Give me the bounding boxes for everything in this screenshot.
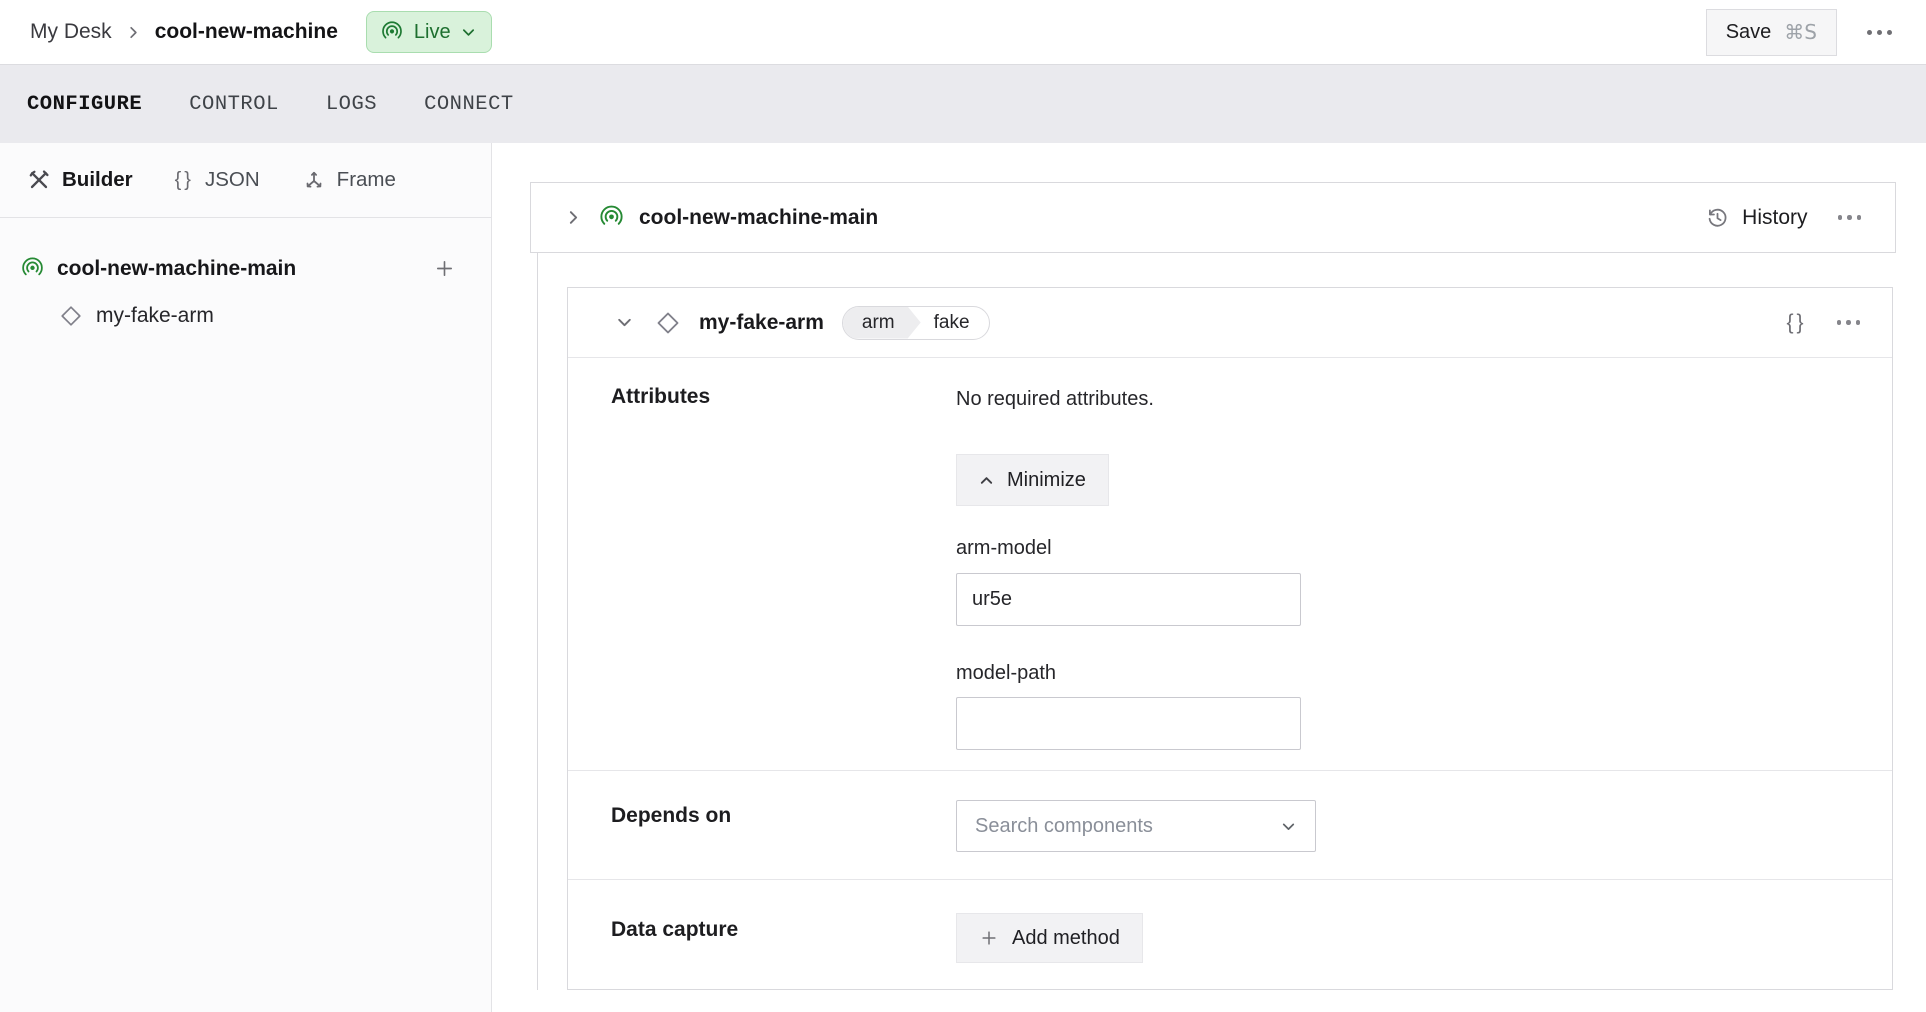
expand-machine-card-button[interactable]: [561, 205, 586, 230]
component-tree: cool-new-machine-main my-fake-arm: [0, 218, 491, 339]
depends-on-placeholder: Search components: [975, 815, 1153, 838]
ellipsis-icon: [1837, 320, 1842, 325]
ellipsis-icon: [1867, 30, 1872, 35]
tools-icon: [27, 168, 51, 192]
braces-icon: {}: [175, 169, 194, 192]
machine-card: cool-new-machine-main History: [530, 182, 1896, 253]
depends-on-section: Depends on Search components: [568, 770, 1892, 879]
sidebar-tab-label: Builder: [62, 168, 133, 192]
tree-connector-line: [537, 253, 538, 990]
component-card-menu-button[interactable]: [1833, 312, 1865, 333]
sidebar-tab-json[interactable]: {} JSON: [175, 168, 260, 192]
machine-live-icon: [20, 256, 45, 281]
broadcast-icon: [598, 204, 625, 231]
data-capture-section: Data capture Add method: [568, 879, 1892, 991]
attributes-empty-text: No required attributes.: [956, 388, 1892, 411]
header-overflow-menu-button[interactable]: [1863, 22, 1896, 43]
tree-item-machine[interactable]: cool-new-machine-main: [0, 245, 491, 292]
live-status-dropdown[interactable]: Live: [366, 11, 492, 53]
attributes-section-label: Attributes: [568, 358, 956, 770]
history-icon: [1705, 205, 1730, 230]
save-button-label: Save: [1726, 21, 1772, 44]
top-bar-actions: Save ⌘S: [1706, 9, 1896, 56]
chevron-down-icon: [616, 314, 633, 331]
machine-card-menu-button[interactable]: [1834, 207, 1866, 228]
add-method-button[interactable]: Add method: [956, 913, 1143, 963]
sidebar-tab-label: Frame: [337, 168, 396, 192]
component-card-title: my-fake-arm: [699, 311, 824, 335]
component-card-header: my-fake-arm arm fake {}: [568, 288, 1892, 358]
chevron-up-icon: [979, 473, 994, 488]
arm-model-input[interactable]: [956, 573, 1301, 626]
tab-connect[interactable]: CONNECT: [424, 89, 514, 120]
tab-configure[interactable]: CONFIGURE: [27, 89, 142, 120]
axes-icon: [302, 168, 326, 192]
machine-nav-tabs: CONFIGURE CONTROL LOGS CONNECT: [0, 64, 1926, 143]
component-type: arm: [843, 307, 921, 339]
ellipsis-icon: [1838, 215, 1843, 220]
tree-item-label: my-fake-arm: [96, 304, 214, 328]
sidebar-view-tabs: Builder {} JSON Frame: [0, 143, 491, 218]
sidebar-tab-builder[interactable]: Builder: [27, 168, 133, 192]
model-path-input[interactable]: [956, 697, 1301, 750]
content-area: Builder {} JSON Frame: [0, 143, 1926, 1012]
add-method-button-label: Add method: [1012, 927, 1120, 950]
config-sidebar: Builder {} JSON Frame: [0, 143, 492, 1012]
history-button[interactable]: History: [1705, 205, 1807, 230]
plus-icon: [433, 257, 456, 280]
sidebar-tab-label: JSON: [205, 168, 260, 192]
history-button-label: History: [1742, 206, 1807, 230]
component-diamond-icon: [59, 304, 83, 328]
component-json-toggle-button[interactable]: {}: [1784, 307, 1808, 339]
breadcrumb: My Desk cool-new-machine Live: [30, 11, 492, 53]
breadcrumb-chevron-icon: [126, 25, 141, 40]
page-title: cool-new-machine: [155, 20, 338, 44]
minimize-button-label: Minimize: [1007, 469, 1086, 492]
add-component-button[interactable]: [429, 253, 460, 284]
component-diamond-icon: [655, 310, 681, 336]
component-type-badge: arm fake: [842, 306, 990, 340]
component-card: my-fake-arm arm fake {} Attributes No re…: [567, 287, 1893, 990]
config-main: cool-new-machine-main History: [492, 143, 1926, 1012]
field-label-arm-model: arm-model: [956, 537, 1892, 560]
tab-logs[interactable]: LOGS: [326, 89, 377, 120]
attributes-section: Attributes No required attributes. Minim…: [568, 358, 1892, 770]
tree-item-my-fake-arm[interactable]: my-fake-arm: [0, 292, 491, 339]
plus-icon: [979, 928, 999, 948]
chevron-right-icon: [565, 209, 582, 226]
tree-item-label: cool-new-machine-main: [57, 257, 296, 281]
collapse-component-button[interactable]: [612, 310, 637, 335]
chevron-down-icon: [1280, 818, 1297, 835]
field-label-model-path: model-path: [956, 662, 1892, 685]
save-shortcut-hint: ⌘S: [1784, 20, 1817, 44]
machine-card-title: cool-new-machine-main: [639, 206, 878, 230]
depends-on-section-label: Depends on: [568, 771, 956, 879]
broadcast-icon: [380, 20, 404, 44]
data-capture-section-label: Data capture: [568, 880, 956, 991]
live-status-label: Live: [414, 21, 451, 44]
chevron-down-icon: [461, 25, 476, 40]
breadcrumb-parent-link[interactable]: My Desk: [30, 20, 112, 44]
minimize-attributes-button[interactable]: Minimize: [956, 454, 1109, 506]
top-bar: My Desk cool-new-machine Live Save ⌘S: [0, 0, 1926, 64]
tab-control[interactable]: CONTROL: [189, 89, 279, 120]
sidebar-tab-frame[interactable]: Frame: [302, 168, 396, 192]
depends-on-select[interactable]: Search components: [956, 800, 1316, 852]
save-button[interactable]: Save ⌘S: [1706, 9, 1837, 56]
